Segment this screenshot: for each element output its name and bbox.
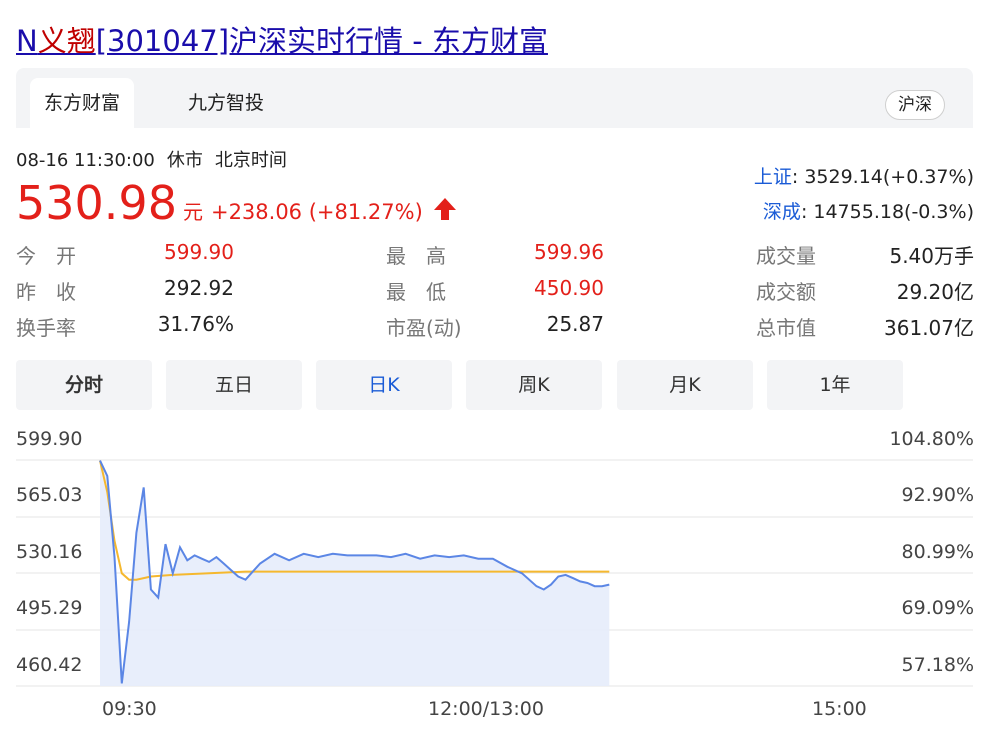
intraday-chart[interactable] <box>0 0 1000 734</box>
